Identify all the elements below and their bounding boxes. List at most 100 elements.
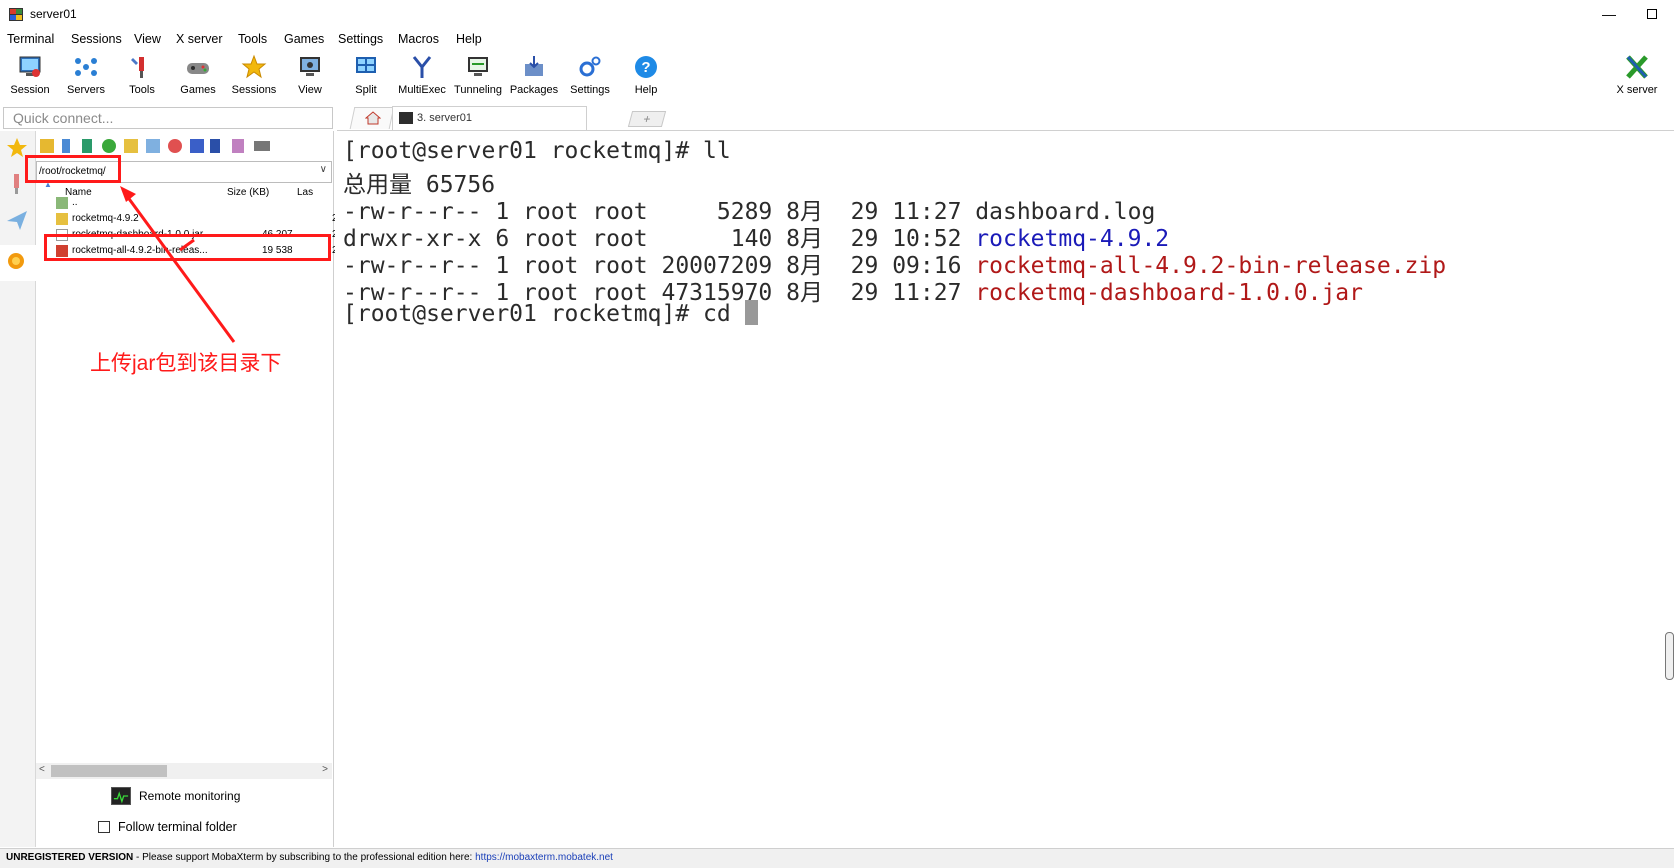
- xserver-label: X server: [1616, 84, 1658, 96]
- quick-connect-input[interactable]: Quick connect...: [3, 107, 333, 129]
- terminal-view[interactable]: [root@server01 rocketmq]# ll 总用量 65756 -…: [335, 131, 1674, 847]
- xserver-button[interactable]: X server: [1609, 50, 1665, 100]
- rename-icon[interactable]: [190, 139, 204, 153]
- servers-button[interactable]: Servers: [58, 50, 114, 100]
- scroll-left-icon[interactable]: <: [39, 764, 45, 775]
- mobaxterm-app-icon: [9, 8, 23, 21]
- chevron-down-icon[interactable]: ∨: [320, 164, 327, 175]
- packages-button[interactable]: Packages: [506, 50, 562, 100]
- permissions-icon[interactable]: [210, 139, 220, 153]
- menu-view[interactable]: View: [134, 32, 161, 46]
- split-label: Split: [355, 84, 377, 96]
- menu-sessions[interactable]: Sessions: [71, 32, 122, 46]
- terminal-line: -rw-r--r-- 1 root root 20007209 8月 29 09…: [343, 253, 1447, 279]
- left-sidebar: [0, 131, 36, 847]
- packages-icon: [525, 56, 543, 76]
- tools-label: Tools: [129, 84, 155, 96]
- upload-icon[interactable]: [82, 139, 92, 153]
- multiexec-icon: [412, 56, 432, 78]
- minimize-button[interactable]: —: [1597, 4, 1621, 24]
- sessions-label: Sessions: [231, 84, 277, 96]
- settings-label: Settings: [570, 84, 610, 96]
- annotation-arrow-icon: [120, 186, 236, 343]
- scroll-thumb[interactable]: [51, 765, 167, 777]
- home-tab[interactable]: [349, 107, 395, 129]
- tunneling-button[interactable]: Tunneling: [450, 50, 506, 100]
- tunneling-icon: [468, 57, 488, 76]
- menu-help[interactable]: Help: [456, 32, 482, 46]
- servers-label: Servers: [67, 84, 105, 96]
- session-label: Session: [10, 84, 50, 96]
- games-label: Games: [180, 84, 216, 96]
- link-icon[interactable]: [232, 139, 244, 153]
- macros-sidebar-button[interactable]: [4, 207, 34, 243]
- support-message: - Please support MobaXterm by subscribin…: [133, 852, 476, 863]
- menu-games[interactable]: Games: [284, 32, 324, 46]
- monitor-icon: [111, 787, 131, 805]
- horizontal-scrollbar[interactable]: < >: [36, 763, 332, 779]
- split-button[interactable]: Split: [338, 50, 394, 100]
- gear-icon: [579, 56, 601, 77]
- terminal-prompt-line: [root@server01 rocketmq]# cd: [343, 300, 758, 328]
- maximize-button[interactable]: [1640, 4, 1664, 24]
- star-icon: [241, 54, 267, 79]
- sftp-toolbar: [38, 137, 332, 157]
- svg-text:?: ?: [641, 59, 650, 76]
- mobatek-link[interactable]: https://mobaxterm.mobatek.net: [475, 852, 613, 863]
- paper-plane-icon: [7, 211, 27, 230]
- split-icon: [356, 57, 376, 73]
- menu-x-server[interactable]: X server: [176, 32, 223, 46]
- menu-settings[interactable]: Settings: [338, 32, 383, 46]
- tab-server01[interactable]: 3. server01: [392, 106, 587, 130]
- maximize-icon: [1647, 9, 1657, 19]
- tunneling-label: Tunneling: [454, 84, 502, 96]
- delete-icon[interactable]: [168, 139, 182, 153]
- multiexec-button[interactable]: MultiExec: [394, 50, 450, 100]
- new-file-icon[interactable]: [146, 139, 160, 153]
- tools-icon: [131, 57, 144, 78]
- games-icon: [187, 63, 209, 74]
- terminal-scrollbar[interactable]: [1665, 632, 1674, 680]
- sftp-globe-icon: [8, 253, 24, 269]
- sort-arrow-icon: ▲: [44, 180, 52, 189]
- view-button[interactable]: View: [282, 50, 338, 100]
- menu-terminal[interactable]: Terminal: [7, 32, 54, 46]
- view-icon: [300, 57, 320, 76]
- x-server-icon: [1626, 55, 1648, 79]
- tools-button[interactable]: Tools: [114, 50, 170, 100]
- scroll-right-icon[interactable]: >: [322, 764, 328, 775]
- new-folder-icon[interactable]: [124, 139, 138, 153]
- terminal-line: [root@server01 rocketmq]# ll: [343, 138, 731, 164]
- games-button[interactable]: Games: [170, 50, 226, 100]
- sessions-button[interactable]: Sessions: [226, 50, 282, 100]
- download-icon[interactable]: [62, 139, 70, 153]
- new-tab-button[interactable]: +: [627, 111, 667, 127]
- terminal-line: drwxr-xr-x 6 root root 140 8月 29 10:52 r…: [343, 226, 1170, 252]
- help-icon: ?: [635, 56, 657, 78]
- terminal-cursor: [744, 300, 758, 325]
- terminal-line: 总用量 65756: [343, 172, 496, 198]
- help-label: Help: [634, 84, 658, 96]
- window-title: server01: [30, 7, 77, 21]
- terminal-line: -rw-r--r-- 1 root root 47315970 8月 29 11…: [343, 280, 1364, 306]
- terminal-icon[interactable]: [254, 141, 270, 151]
- unregistered-label: UNREGISTERED VERSION: [6, 852, 134, 863]
- checkbox-icon[interactable]: [98, 821, 110, 833]
- view-label: View: [298, 84, 322, 96]
- follow-terminal-folder-label: Follow terminal folder: [118, 820, 237, 834]
- terminal-line: -rw-r--r-- 1 root root 5289 8月 29 11:27 …: [343, 199, 1156, 225]
- session-icon: [19, 56, 41, 77]
- session-button[interactable]: Session: [2, 50, 58, 100]
- tab-bar: 3. server01 +: [337, 105, 1674, 131]
- annotation-path-highlight: [25, 155, 121, 183]
- menu-bar: Terminal Sessions View X server Tools Ga…: [0, 29, 1674, 49]
- parent-folder-icon[interactable]: [40, 139, 54, 153]
- help-button[interactable]: ? Help: [618, 50, 674, 100]
- folder-icon: [56, 213, 68, 225]
- sftp-sidebar-button[interactable]: [0, 245, 36, 281]
- refresh-icon[interactable]: [102, 139, 116, 153]
- settings-button[interactable]: Settings: [562, 50, 618, 100]
- menu-macros[interactable]: Macros: [398, 32, 439, 46]
- title-bar: server01 —: [0, 0, 1674, 28]
- menu-tools[interactable]: Tools: [238, 32, 267, 46]
